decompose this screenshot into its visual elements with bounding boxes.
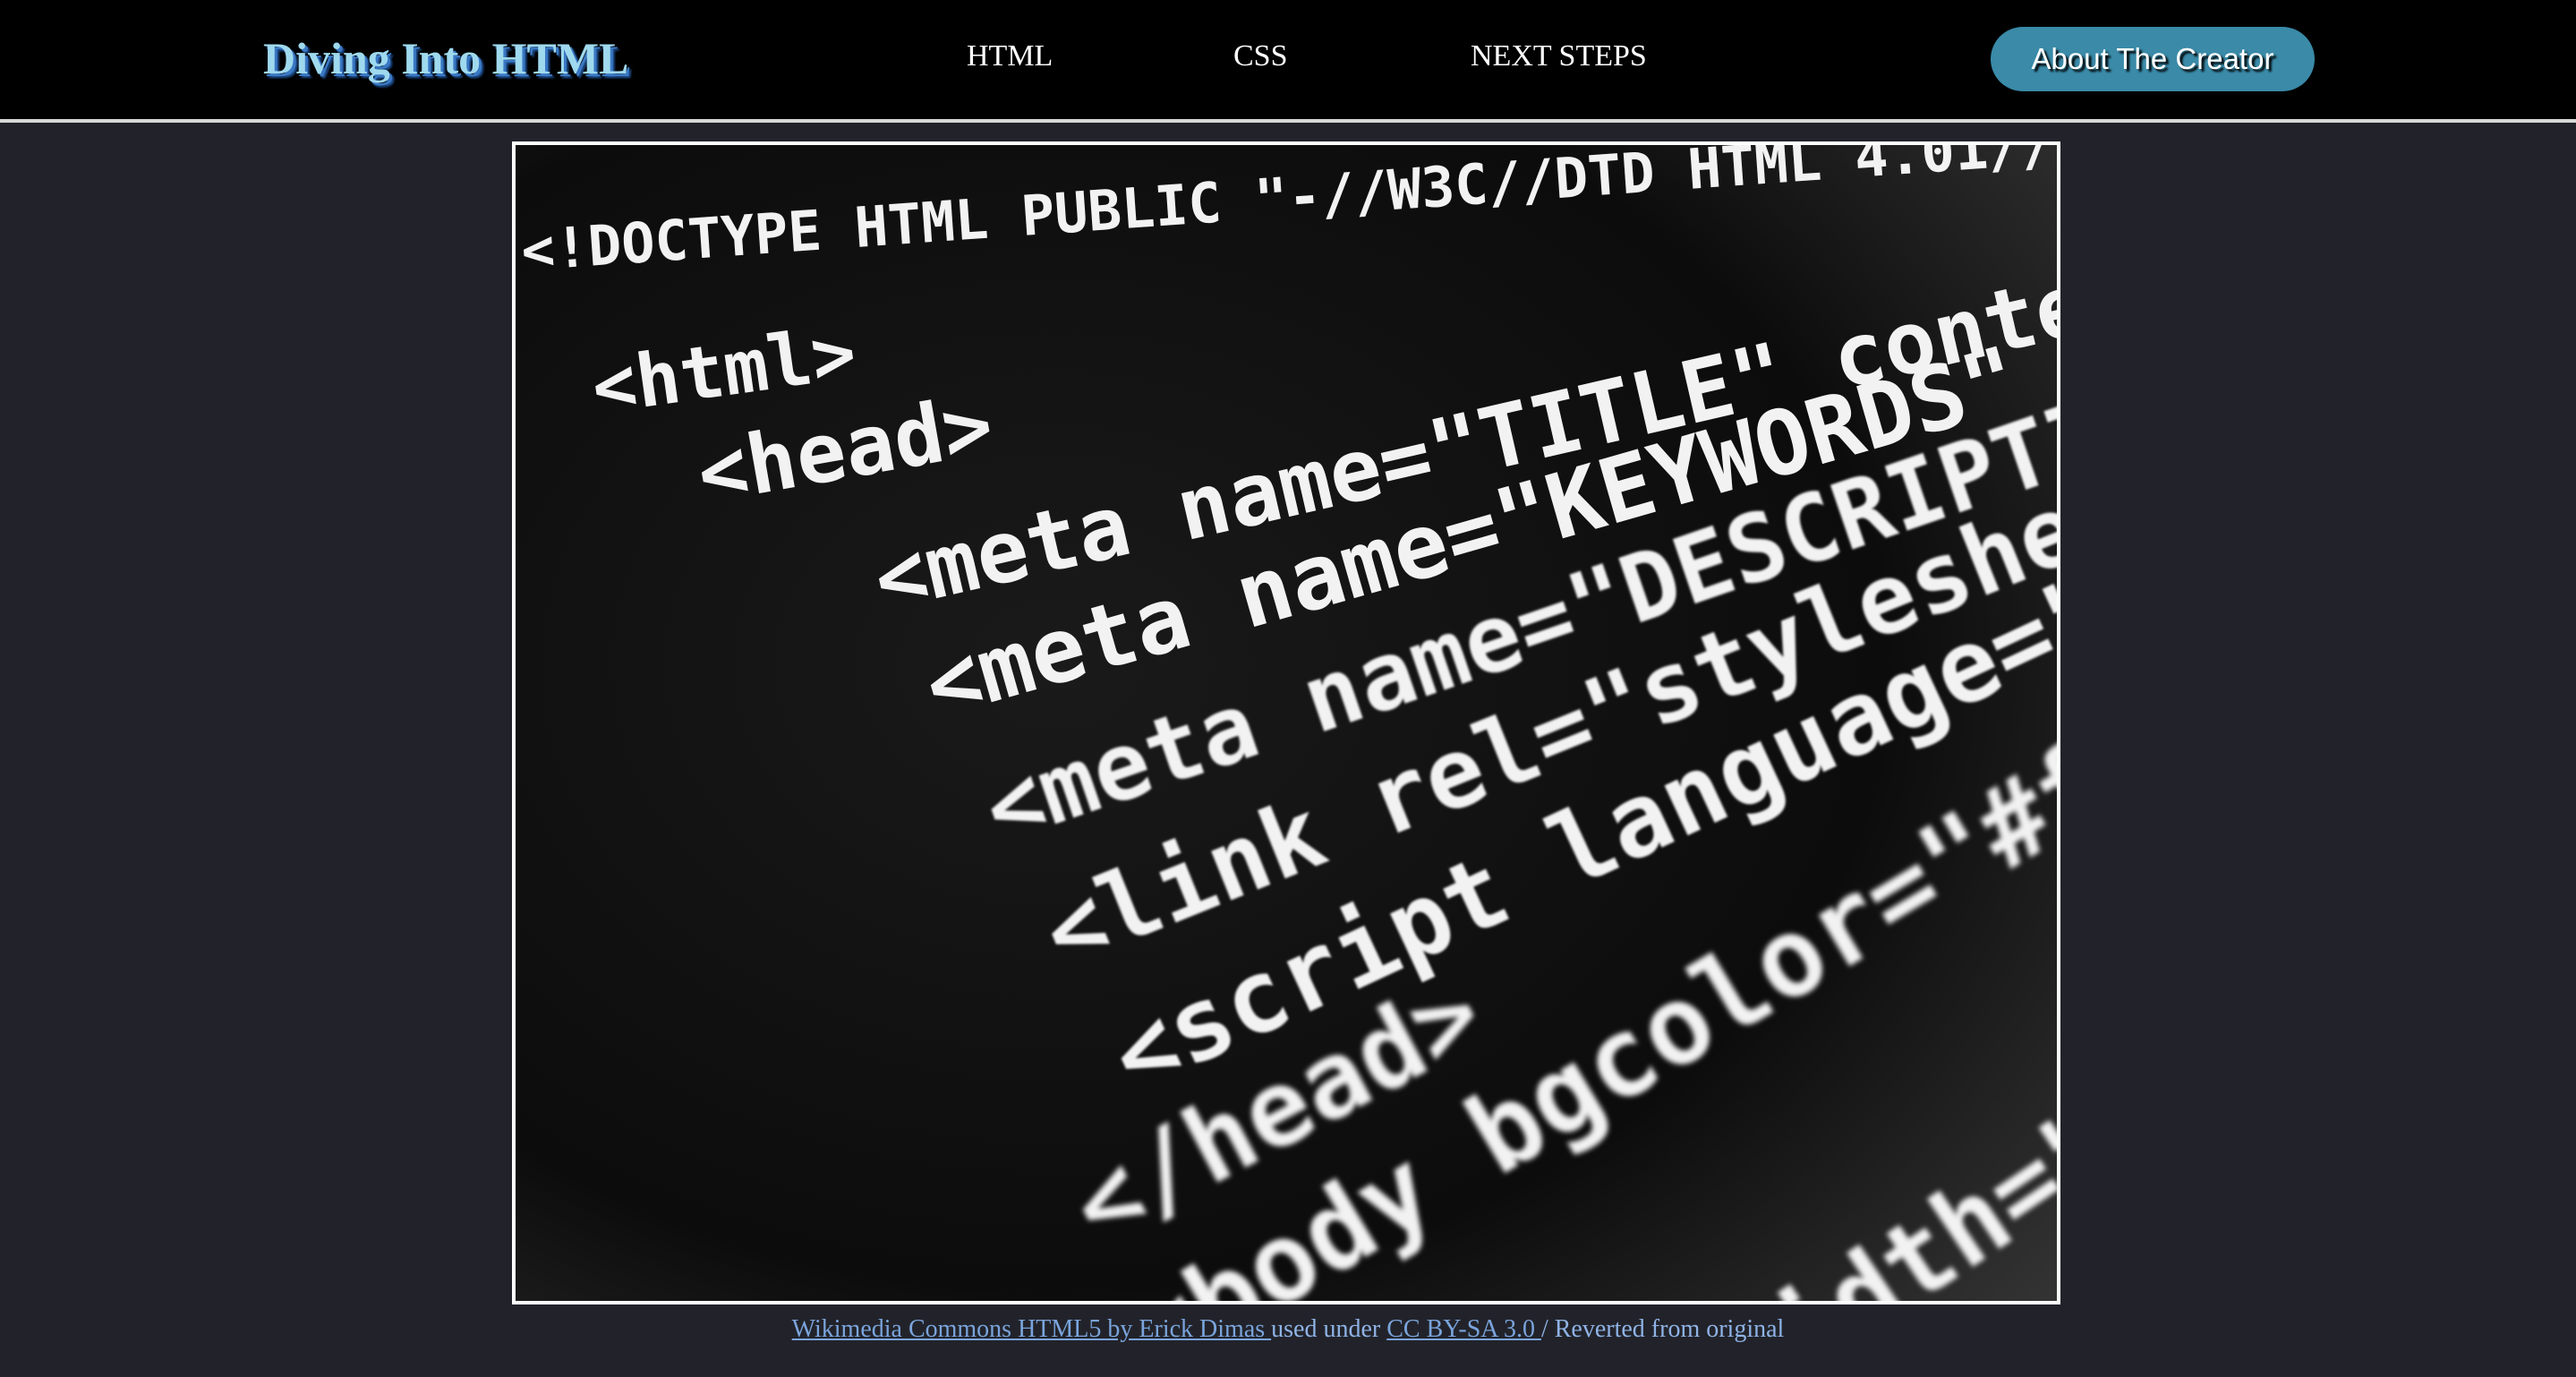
source-link[interactable]: Wikimedia Commons HTML5 by Erick Dimas bbox=[792, 1315, 1271, 1343]
top-navbar: Diving Into HTML HTML CSS NEXT STEPS Abo… bbox=[0, 0, 2576, 123]
about-creator-button[interactable]: About The Creator bbox=[1991, 27, 2315, 91]
used-under-text: used under bbox=[1271, 1315, 1387, 1343]
caption-suffix: / Reverted from original bbox=[1540, 1315, 1785, 1343]
nav-link-html[interactable]: HTML bbox=[967, 39, 1053, 73]
image-caption: Wikimedia Commons HTML5 by Erick Dimas u… bbox=[0, 1315, 2576, 1344]
nav-link-css[interactable]: CSS bbox=[1233, 39, 1288, 73]
code-photo: <!DOCTYPE HTML PUBLIC "-//W3C//DTD HTML … bbox=[516, 145, 2057, 1301]
license-link[interactable]: CC BY-SA 3.0 bbox=[1386, 1315, 1541, 1343]
site-logo[interactable]: Diving Into HTML bbox=[263, 32, 628, 84]
nav-link-next-steps[interactable]: NEXT STEPS bbox=[1471, 39, 1647, 73]
hero-code-image: <!DOCTYPE HTML PUBLIC "-//W3C//DTD HTML … bbox=[512, 141, 2060, 1304]
